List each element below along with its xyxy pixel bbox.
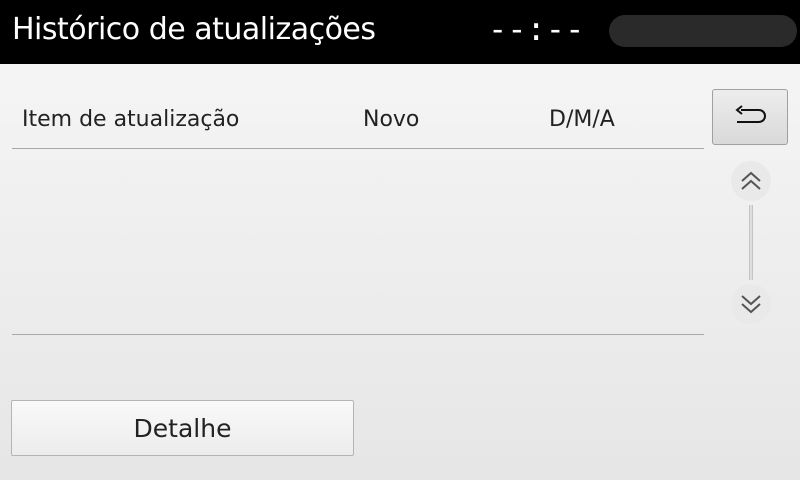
back-arrow-icon <box>735 105 766 123</box>
detail-button-label: Detalhe <box>133 413 232 443</box>
status-indicator <box>609 15 797 47</box>
detail-button[interactable]: Detalhe <box>11 400 354 456</box>
double-chevron-up-icon <box>741 171 761 190</box>
title-bar: Histórico de atualizações --:-- <box>0 0 800 64</box>
clock-display: --:-- <box>488 10 585 48</box>
back-button[interactable] <box>712 89 788 145</box>
table-divider-bottom <box>12 334 704 335</box>
scroll-down-button[interactable] <box>731 284 771 324</box>
column-header-date: D/M/A <box>549 107 615 132</box>
column-header-new: Novo <box>363 107 420 132</box>
page-title: Histórico de atualizações <box>12 12 376 47</box>
double-chevron-down-icon <box>741 295 761 314</box>
column-header-update-item: Item de atualização <box>22 107 240 132</box>
scroll-up-button[interactable] <box>731 161 771 201</box>
scrollbar-track[interactable] <box>749 205 753 280</box>
update-history-list[interactable] <box>12 149 704 334</box>
